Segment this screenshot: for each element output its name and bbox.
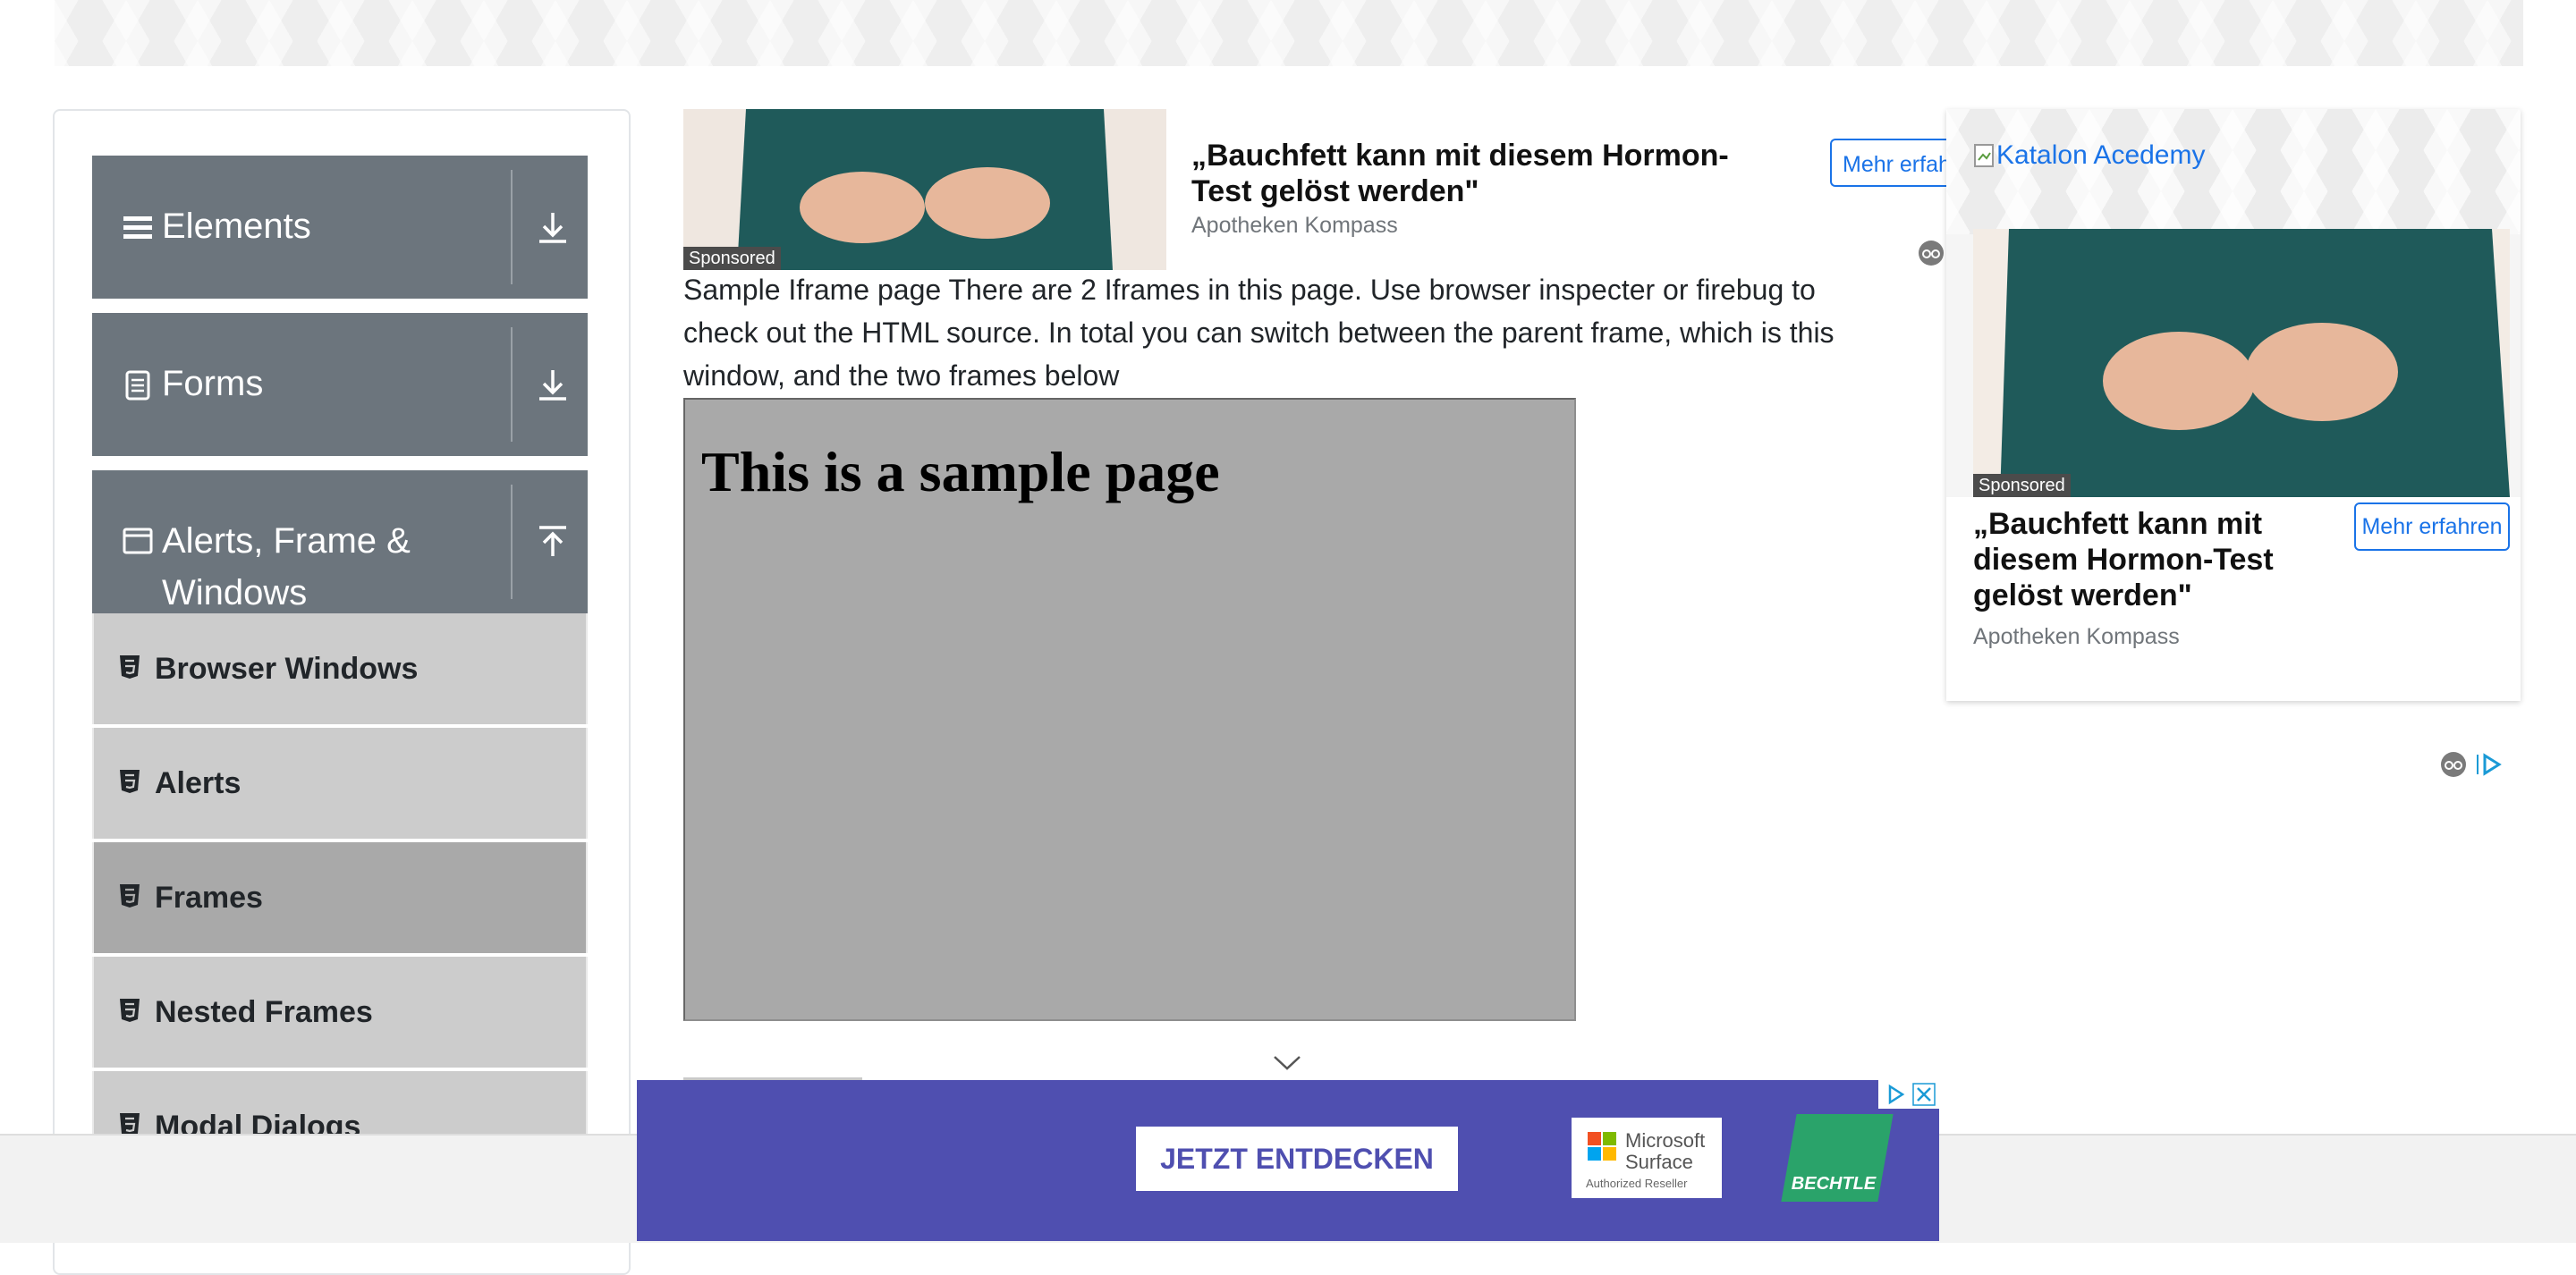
group-alerts-frame-windows[interactable]: Alerts, Frame & Windows — [92, 470, 588, 613]
ad-photo — [683, 109, 1166, 270]
upload-icon[interactable] — [532, 522, 573, 563]
right-ad[interactable]: Katalon Acedemy Sponsored „Bauchfett kan… — [1946, 109, 2521, 777]
intro-text: Sample Iframe page There are 2 Iframes i… — [683, 274, 1835, 392]
partner-name: Microsoft Surface — [1625, 1129, 1706, 1173]
download-icon[interactable] — [532, 207, 573, 249]
ms-logo-yellow — [1603, 1147, 1616, 1161]
broken-image-icon — [1974, 144, 1994, 167]
iframe-heading: This is a sample page — [701, 440, 1220, 503]
divider — [511, 485, 513, 599]
menu-item-label: Alerts — [155, 766, 242, 800]
ms-logo-green — [1603, 1132, 1616, 1145]
download-icon[interactable] — [532, 365, 573, 406]
ad-headline[interactable]: „Bauchfett kann mit diesem Hormon-Test g… — [1973, 506, 2331, 613]
adchoices-icon[interactable] — [1884, 1083, 1907, 1106]
bottom-banner-ad[interactable]: JETZT ENTDECKEN Microsoft Surface Author… — [637, 1080, 1939, 1241]
adchoices-icon[interactable] — [2440, 751, 2512, 778]
ad-photo — [1973, 229, 2510, 497]
menu-item-label: Nested Frames — [155, 995, 373, 1029]
group-elements[interactable]: Elements — [92, 156, 588, 299]
html5-icon — [120, 884, 140, 908]
ad-headline[interactable]: „Bauchfett kann mit diesem Hormon-Test g… — [1191, 138, 1782, 209]
ms-logo-red — [1588, 1132, 1601, 1145]
document-icon — [125, 370, 150, 401]
learn-more-button[interactable]: Mehr erfahren — [1830, 139, 1946, 187]
ad-image[interactable]: Sponsored — [1973, 229, 2510, 497]
group-title: Elements — [162, 207, 311, 246]
cta-button[interactable]: JETZT ENTDECKEN — [1136, 1127, 1458, 1191]
iframe-frame1[interactable]: This is a sample page — [683, 398, 1576, 1021]
menu-item-browser-windows[interactable]: Browser Windows — [92, 613, 588, 724]
window-icon — [123, 528, 153, 554]
group-title-line1: Alerts, Frame & — [162, 521, 411, 561]
group-title: Forms — [162, 364, 264, 403]
sponsored-tag: Sponsored — [1973, 474, 2071, 497]
microsoft-surface-badge: Microsoft Surface Authorized Reseller — [1572, 1118, 1722, 1198]
learn-more-button[interactable]: Mehr erfahren — [2354, 502, 2510, 551]
left-sidebar: Elements Forms Alerts, Frame & Windows B… — [53, 109, 631, 1275]
html5-icon — [120, 770, 140, 793]
group-forms[interactable]: Forms — [92, 313, 588, 456]
bechtle-logo: BECHTLE — [1781, 1114, 1894, 1202]
ad-pattern — [1946, 109, 2521, 234]
hamburger-icon — [123, 216, 152, 239]
sponsored-tag: Sponsored — [683, 247, 781, 270]
divider — [511, 327, 513, 442]
header-banner — [55, 0, 2523, 66]
menu-item-nested-frames[interactable]: Nested Frames — [92, 957, 588, 1068]
ms-logo-blue — [1588, 1147, 1601, 1161]
katalon-link-text: Katalon Acedemy — [1996, 140, 2206, 170]
html5-icon — [120, 999, 140, 1022]
ad-controls — [1878, 1080, 1939, 1109]
ad-source: Apotheken Kompass — [1973, 624, 2180, 649]
submenu-list: Browser Windows Alerts Frames Nested Fra… — [92, 613, 588, 1186]
partner-sub: Authorized Reseller — [1586, 1177, 1688, 1190]
divider — [511, 170, 513, 284]
menu-item-frames[interactable]: Frames — [92, 842, 588, 953]
brand-name: BECHTLE — [1791, 1174, 1877, 1194]
menu-item-label: Frames — [155, 881, 263, 915]
chevron-down-icon[interactable] — [1272, 1053, 1302, 1073]
katalon-academy-link[interactable]: Katalon Acedemy — [1973, 139, 2205, 172]
group-title-line2: Windows — [162, 573, 308, 612]
close-icon[interactable] — [1912, 1083, 1936, 1106]
ad-card: „Bauchfett kann mit diesem Hormon-Test g… — [1946, 497, 2521, 777]
menu-item-label: Browser Windows — [155, 652, 419, 686]
html5-icon — [120, 655, 140, 679]
ad-source: Apotheken Kompass — [1191, 213, 1398, 238]
menu-item-alerts[interactable]: Alerts — [92, 728, 588, 839]
adchoices-icon[interactable] — [1918, 240, 1945, 266]
ad-image[interactable]: Sponsored — [683, 109, 1166, 270]
